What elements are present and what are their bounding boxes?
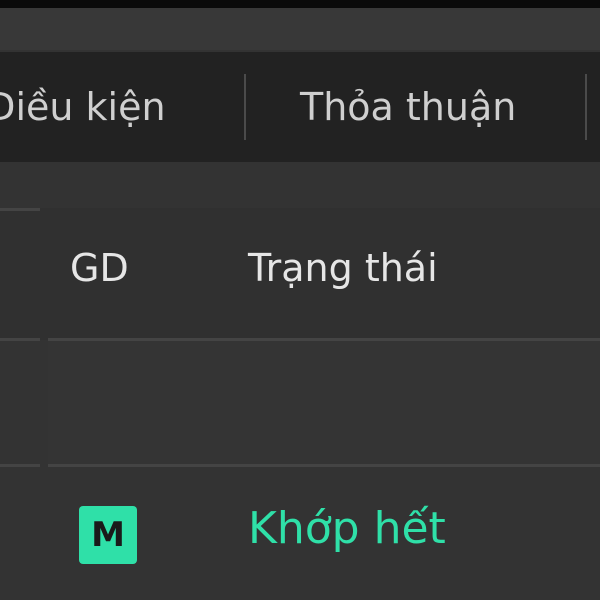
column-header-status: Trạng thái <box>248 246 438 290</box>
tab-divider <box>585 74 587 140</box>
table-row[interactable] <box>48 341 600 464</box>
order-status-text: Khớp hết <box>248 503 446 554</box>
row-divider <box>0 208 40 211</box>
order-book-screen: Điều kiện Thỏa thuận GD Trạng thái M Khớ… <box>0 0 600 600</box>
order-type-badge: M <box>79 506 137 564</box>
row-divider <box>0 464 40 467</box>
tab-conditional[interactable]: Điều kiện <box>0 52 216 162</box>
tab-bar: Điều kiện Thỏa thuận <box>0 52 600 162</box>
tab-agreement[interactable]: Thỏa thuận <box>300 52 570 162</box>
row-divider <box>0 338 40 341</box>
tab-divider <box>244 74 246 140</box>
column-header-gd: GD <box>70 246 129 290</box>
top-edge <box>0 0 600 8</box>
